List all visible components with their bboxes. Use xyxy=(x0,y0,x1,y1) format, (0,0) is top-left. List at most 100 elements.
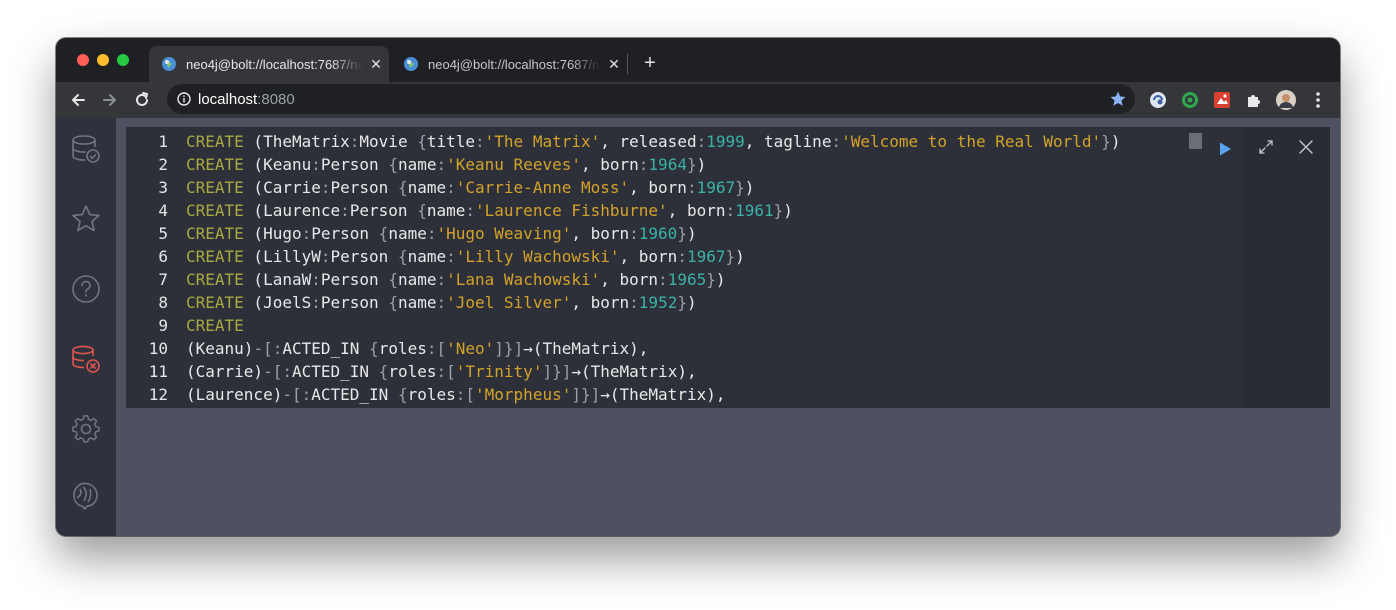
code-token: CREATE xyxy=(186,316,244,335)
code-line[interactable]: 11 (Carrie)-[:ACTED_IN {roles:['Trinity']… xyxy=(126,360,697,383)
code-token: ACTED_IN xyxy=(291,362,379,381)
code-token: 1967 xyxy=(686,247,726,266)
forward-button[interactable] xyxy=(98,88,122,112)
code-token: : xyxy=(340,201,350,220)
code-line[interactable]: 12 (Laurence)-[:ACTED_IN {roles:['Morpheu… xyxy=(126,383,726,406)
code-token: ( xyxy=(243,132,264,151)
extensions-button[interactable] xyxy=(1244,90,1264,110)
zoom-window-button[interactable] xyxy=(117,54,129,66)
code-token: Person xyxy=(330,247,398,266)
code-token: (Laurence xyxy=(243,201,341,220)
back-button[interactable] xyxy=(66,88,90,112)
code-token: } xyxy=(686,155,697,174)
code-token: , born xyxy=(619,247,678,266)
code-token: : xyxy=(311,293,321,312)
code-text: CREATE (Laurence:Person {name:'Laurence … xyxy=(186,201,793,220)
code-token: ) xyxy=(686,224,697,243)
code-token: : xyxy=(436,270,447,289)
sidebar-item-connection[interactable] xyxy=(70,343,102,375)
tab-title: neo4j@bolt://localhost:7687/neo4j xyxy=(186,56,363,72)
code-line[interactable]: 8 CREATE (JoelS:Person {name:'Joel Silver… xyxy=(126,291,697,314)
code-token: CREATE xyxy=(186,247,244,266)
code-text: CREATE xyxy=(186,316,244,335)
code-token: Person xyxy=(320,270,389,289)
sidebar-item-favorites[interactable] xyxy=(70,203,102,235)
code-token: { xyxy=(417,201,427,220)
code-token: 'Morpheus' xyxy=(475,385,572,404)
arrow-left-icon xyxy=(72,94,85,106)
code-line[interactable]: 9 CREATE xyxy=(126,314,244,337)
fullscreen-editor-button[interactable] xyxy=(1252,133,1280,161)
code-token: : xyxy=(311,270,321,289)
code-token: } xyxy=(773,201,784,220)
reload-button[interactable] xyxy=(130,88,154,112)
puzzle-icon xyxy=(1248,95,1260,107)
run-query-button[interactable] xyxy=(1211,135,1239,163)
sidebar-item-about[interactable] xyxy=(70,480,102,512)
code-token: : xyxy=(629,224,639,243)
close-window-button[interactable] xyxy=(77,54,89,66)
code-line[interactable]: 7 CREATE (LanaW:Person {name:'Lana Wachow… xyxy=(126,268,726,291)
avatar-icon xyxy=(1276,90,1296,110)
tab-neo4j-inactive[interactable]: neo4j@bolt://localhost:7687/neo4j ✕ xyxy=(391,46,627,82)
new-tab-button[interactable]: + xyxy=(639,52,661,74)
profile-avatar[interactable] xyxy=(1276,90,1296,110)
address-bar[interactable]: localhost:8080 xyxy=(167,84,1135,114)
tab-close-icon[interactable]: ✕ xyxy=(601,56,627,73)
code-line[interactable]: 5 CREATE (Hugo:Person {name:'Hugo Weaving… xyxy=(126,222,697,245)
code-token: →(TheMatrix), xyxy=(600,385,726,404)
extension-target-icon[interactable] xyxy=(1180,90,1200,110)
code-line[interactable]: 2 CREATE (Keanu:Person {name:'Keanu Reeve… xyxy=(126,153,706,176)
browser-menu-button[interactable] xyxy=(1308,90,1328,110)
code-token: CREATE xyxy=(186,155,244,174)
code-token: 'Lilly Wachowski' xyxy=(455,247,620,266)
sidebar-item-help[interactable] xyxy=(70,273,102,305)
line-number: 10 xyxy=(148,339,168,358)
code-line[interactable]: 10 (Keanu)-[:ACTED_IN {roles:['Neo']}]→(T… xyxy=(126,337,649,360)
code-token: (Laurence) xyxy=(186,385,283,404)
code-line[interactable]: 3 CREATE (Carrie:Person {name:'Carrie-Ann… xyxy=(126,176,754,199)
code-token: 'Hugo Weaving' xyxy=(436,224,572,243)
extension-privacy-icon[interactable] xyxy=(1148,90,1168,110)
code-token: (JoelS xyxy=(243,293,312,312)
minimize-window-button[interactable] xyxy=(97,54,109,66)
code-text: CREATE (Keanu:Person {name:'Keanu Reeves… xyxy=(186,155,706,174)
code-text: CREATE (Carrie:Person {name:'Carrie-Anne… xyxy=(186,178,754,197)
bookmark-star-icon[interactable] xyxy=(1109,90,1127,108)
extension-media-icon[interactable] xyxy=(1212,90,1232,110)
code-token: (Carrie xyxy=(243,178,321,197)
line-number: 12 xyxy=(148,385,168,404)
code-token: →(TheMatrix), xyxy=(571,362,697,381)
code-token: roles xyxy=(407,385,456,404)
code-token: ) xyxy=(715,270,726,289)
code-token: -[: xyxy=(253,339,283,358)
code-line[interactable]: 1 CREATE (TheMatrix:Movie {title:'The Mat… xyxy=(126,130,1120,153)
code-token: ) xyxy=(783,201,793,220)
sidebar-item-database[interactable] xyxy=(70,133,102,165)
code-line[interactable]: 4 CREATE (Laurence:Person {name:'Laurence… xyxy=(126,199,793,222)
code-token: , released xyxy=(600,132,697,151)
tab-neo4j-active[interactable]: neo4j@bolt://localhost:7687/neo4j ✕ xyxy=(149,46,389,82)
code-token: Person xyxy=(330,178,398,197)
url-text: localhost:8080 xyxy=(198,91,295,108)
code-token: Person xyxy=(311,224,379,243)
code-line[interactable]: 6 CREATE (LillyW:Person {name:'Lilly Wach… xyxy=(126,245,744,268)
sidebar-item-settings[interactable] xyxy=(70,413,102,445)
code-token: 'The Matrix' xyxy=(484,132,601,151)
browser-toolbar: localhost:8080 xyxy=(56,82,1340,118)
code-token: { xyxy=(397,247,408,266)
tab-close-icon[interactable]: ✕ xyxy=(363,56,389,73)
info-icon[interactable] xyxy=(177,92,191,106)
cypher-editor[interactable]: 1 CREATE (TheMatrix:Movie {title:'The Mat… xyxy=(126,127,1244,408)
code-token: ) xyxy=(686,293,697,312)
sidebar xyxy=(56,118,116,536)
code-token: : xyxy=(436,155,447,174)
code-token: (Hugo xyxy=(243,224,302,243)
code-token: TheMatrix xyxy=(263,132,350,151)
code-token: 1961 xyxy=(735,201,774,220)
code-token: roles xyxy=(378,339,427,358)
code-token: name xyxy=(388,224,427,243)
code-token: →(TheMatrix), xyxy=(523,339,649,358)
close-editor-button[interactable] xyxy=(1292,133,1320,161)
code-token: : xyxy=(638,155,649,174)
